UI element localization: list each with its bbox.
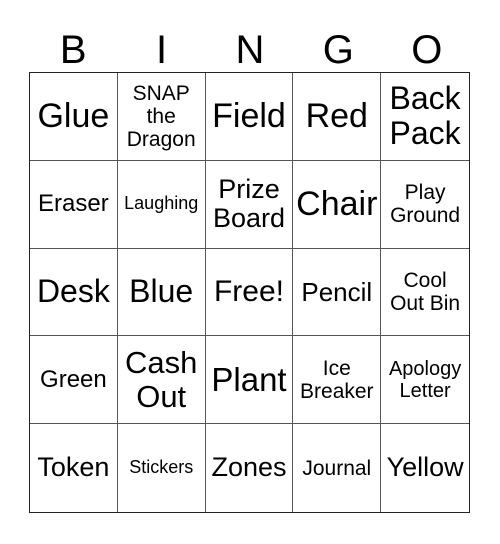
bingo-cell[interactable]: Prize Board [205,160,294,249]
bingo-cell-text: Token [37,452,110,483]
bingo-cell-text: Zones [211,452,287,483]
bingo-cell-text: Cool Out Bin [390,268,461,315]
header-letter-b: B [59,28,87,72]
bingo-grid: Glue SNAP the Dragon Field Red Back Pack Eras… [29,72,470,513]
bingo-cell-text: SNAP the Dragon [126,81,196,151]
bingo-cell[interactable]: Free! [205,248,294,337]
bingo-cell[interactable]: Laughing [117,160,206,249]
bingo-cell[interactable]: Glue [30,73,118,161]
bingo-cell-text: Free! [213,275,284,309]
bingo-cell[interactable]: Ice Breaker [293,336,382,425]
bingo-cell[interactable]: Green [30,336,118,425]
bingo-cell-text: Field [212,96,286,135]
bingo-cell-text: Desk [36,273,110,310]
bingo-cell-text: Back Pack [389,80,461,152]
bingo-cell-text: Pencil [301,276,373,307]
bingo-cell-text: Glue [37,96,110,135]
header-letter-o: O [411,28,443,72]
bingo-cell-text: Laughing [124,193,199,214]
bingo-cell-text: Yellow [386,452,464,483]
bingo-cell[interactable]: Plant [205,336,294,425]
bingo-cell[interactable]: Red [293,73,382,161]
bingo-cell[interactable]: SNAP the Dragon [117,73,206,161]
bingo-cell-text: Blue [129,273,194,310]
bingo-cell-text: Journal [302,456,372,480]
bingo-header: B I N G O [29,28,471,72]
bingo-cell[interactable]: Stickers [118,424,206,512]
bingo-cell-text: Apology Letter [388,357,462,402]
bingo-cell-text: Prize Board [212,173,286,234]
bingo-cell[interactable]: Blue [117,248,206,337]
header-letter-i: I [156,28,168,72]
bingo-cell-text: Eraser [38,190,109,217]
header-letter-g: G [322,28,354,72]
bingo-cell[interactable]: Journal [293,424,382,512]
bingo-cell-text: Ice Breaker [300,356,374,403]
bingo-cell-text: Plant [211,360,287,398]
bingo-cell-text: Chair [296,184,378,223]
bingo-cell[interactable]: Field [205,73,294,161]
header-letter-n: N [235,28,265,72]
bingo-cell[interactable]: Chair [293,160,382,249]
bingo-cell[interactable]: Back Pack [381,73,469,161]
bingo-cell-text: Green [40,365,107,393]
bingo-cell[interactable]: Pencil [293,248,382,337]
bingo-cell[interactable]: Eraser [30,160,118,249]
bingo-cell[interactable]: Apology Letter [381,336,469,425]
bingo-cell[interactable]: Desk [30,248,118,337]
bingo-cell[interactable]: Yellow [381,424,469,512]
bingo-cell[interactable]: Cash Out [117,336,206,425]
bingo-cell-text: Cash Out [125,344,198,414]
bingo-cell[interactable]: Zones [206,424,294,512]
bingo-cell[interactable]: Token [30,424,118,512]
bingo-cell-text: Red [305,96,368,135]
bingo-cell[interactable]: Play Ground [381,161,469,249]
bingo-cell[interactable]: Cool Out Bin [381,249,469,337]
bingo-cell-text: Stickers [129,457,194,478]
bingo-cell-text: Play Ground [390,181,461,228]
